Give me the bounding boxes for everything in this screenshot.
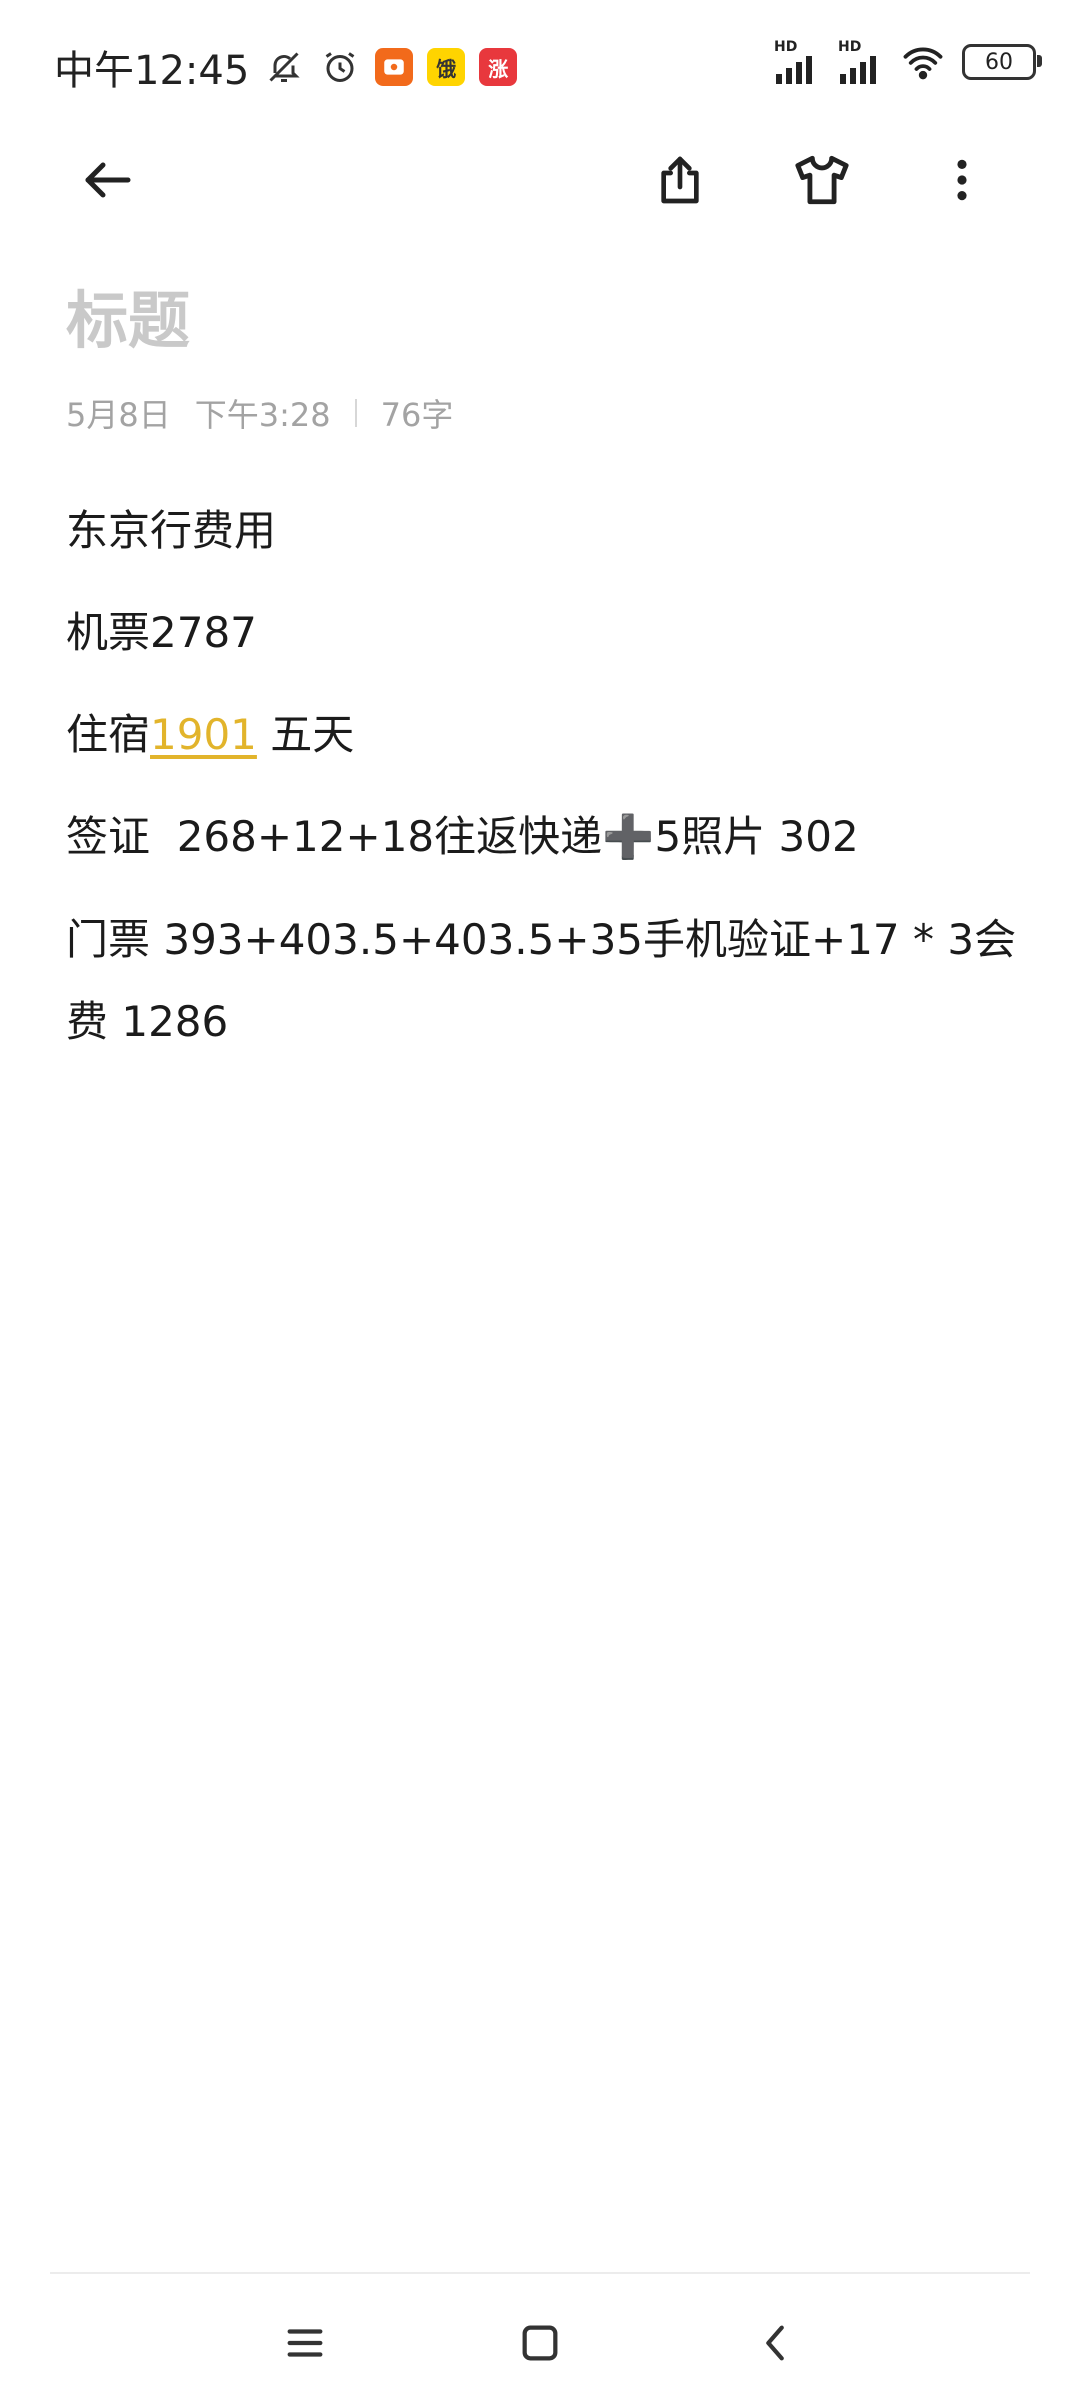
back-button[interactable] [68,140,148,220]
share-button[interactable] [640,140,720,220]
home-button[interactable] [500,2303,580,2383]
note-text: 住宿 [66,710,151,759]
note-line: 机票2787 [66,608,257,657]
note-title[interactable]: 标题 [66,270,190,360]
app-icon-orange [375,48,414,86]
note-line: 东京行费用 [66,506,277,555]
shirt-icon [795,155,849,205]
note-body[interactable]: 东京行费用 机票2787 住宿1901 五天 签证 268+12+18往返快递➕… [66,505,1026,1063]
theme-button[interactable] [782,140,862,220]
note-line: 住宿1901 五天 [66,709,1026,811]
note-line: 门票 393+403.5+403.5+35手机验证+17 * 3会费 1286 [66,915,1017,1046]
note-text: 签证 268+12+18往返快递 [66,812,603,861]
menu-button[interactable] [265,2303,345,2383]
note-word-count: 76字 [380,396,454,434]
status-right: HD HD 60 [774,40,1042,84]
status-time: 中午12:45 [54,48,250,94]
nav-back-button[interactable] [736,2303,816,2383]
signal-icon: HD [774,40,820,84]
status-bar: 中午12:45 饿 涨 HD HD 60 [0,0,1080,130]
note-time: 下午3:28 [194,396,331,434]
battery-icon: 60 [962,44,1042,80]
meta-divider [354,399,357,427]
note-meta: 5月8日 下午3:28 76字 [66,390,453,436]
back-arrow-icon [85,162,131,198]
app-icon-yellow: 饿 [427,48,466,86]
plus-emoji-icon: ➕ [602,812,655,861]
note-toolbar [0,130,1080,230]
chevron-left-icon [766,2325,784,2361]
status-left: 中午12:45 饿 涨 [54,38,518,96]
nav-divider [50,2272,1030,2274]
alarm-icon [319,46,361,88]
app-icon-red: 涨 [479,48,518,86]
menu-icon [287,2329,323,2357]
system-nav-bar [0,2285,1080,2400]
note-text: 5照片 302 [654,812,859,861]
phone-number-link[interactable]: 1901 [150,710,257,759]
more-vert-icon [957,159,967,201]
home-square-icon [522,2325,558,2361]
note-text: 五天 [256,710,355,759]
note-date: 5月8日 [66,396,171,434]
wifi-icon [902,41,944,83]
share-icon [661,156,699,204]
signal-icon: HD [838,40,884,84]
more-button[interactable] [922,140,1002,220]
note-line: 签证 268+12+18往返快递➕5照片 302 [66,811,1026,913]
bell-off-icon [263,46,305,88]
